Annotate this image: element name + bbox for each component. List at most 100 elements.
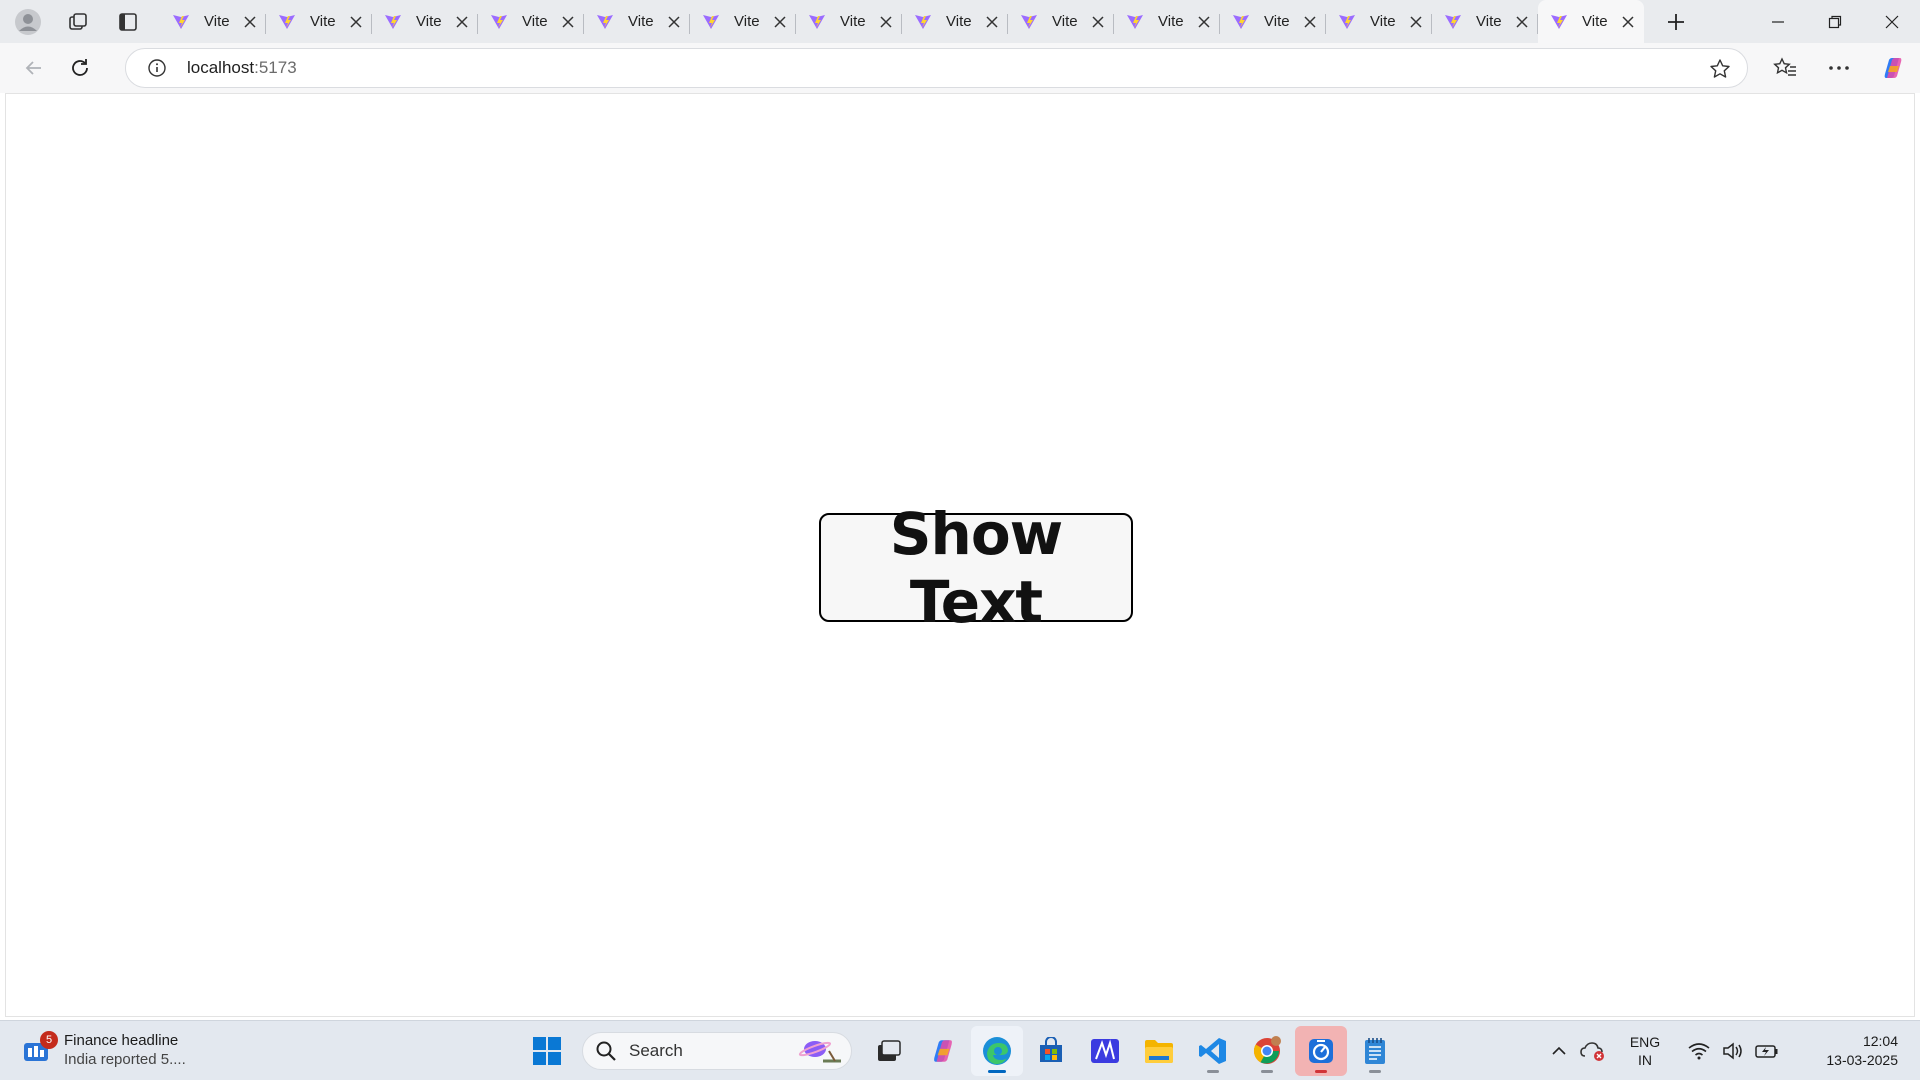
tab[interactable]: Vite — [160, 4, 266, 40]
windows-logo-icon — [533, 1037, 561, 1065]
new-tab-button[interactable] — [1658, 4, 1694, 40]
tab-close-button[interactable] — [1196, 14, 1212, 30]
tab[interactable]: Vite — [796, 4, 902, 40]
close-icon — [880, 15, 892, 28]
start-button[interactable] — [521, 1026, 573, 1076]
back-button[interactable] — [16, 50, 52, 86]
tab-close-button[interactable] — [1620, 14, 1636, 30]
close-window-button[interactable] — [1863, 0, 1920, 43]
favorite-star-icon[interactable] — [1709, 58, 1731, 80]
close-icon — [244, 15, 256, 28]
tab[interactable]: Vite — [1008, 4, 1114, 40]
tab-close-button[interactable] — [1514, 14, 1530, 30]
refresh-button[interactable] — [62, 50, 98, 86]
news-title: Finance headline — [64, 1032, 179, 1049]
minimize-button[interactable] — [1749, 0, 1806, 43]
tab-close-button[interactable] — [242, 14, 258, 30]
workspaces-button[interactable] — [60, 4, 96, 40]
show-hidden-icons-button[interactable] — [1542, 1031, 1576, 1071]
back-arrow-icon — [25, 61, 41, 75]
vite-logo-icon — [173, 14, 189, 29]
site-info-icon[interactable] — [147, 58, 167, 78]
tab-title: Vite — [946, 13, 972, 30]
close-icon — [456, 15, 468, 28]
vite-logo-icon — [279, 14, 295, 29]
tab-title: Vite — [840, 13, 866, 30]
favorites-list-icon — [1773, 57, 1796, 76]
restore-button[interactable] — [1806, 0, 1863, 43]
copilot-button[interactable] — [1866, 43, 1920, 93]
onedrive-status[interactable] — [1576, 1031, 1610, 1071]
profile-button[interactable] — [10, 4, 46, 40]
tab-strip: Vite Vite Vite Vite Vite Vite Vite Vite Vite Vite… — [0, 0, 1920, 43]
tab[interactable]: Vite — [372, 4, 478, 40]
tab[interactable]: Vite — [266, 4, 372, 40]
show-text-button[interactable]: Show Text — [819, 500, 1133, 636]
tab-title: Vite — [204, 13, 230, 30]
address-bar[interactable]: localhost:5173 — [125, 48, 1748, 88]
tab[interactable]: Vite — [1432, 4, 1538, 40]
tab[interactable]: Vite — [1114, 4, 1220, 40]
taskbar-clock[interactable]: 12:04 13-03-2025 — [1798, 1032, 1898, 1070]
taskbar-vscode[interactable] — [1187, 1026, 1239, 1076]
tab[interactable]: Vite — [1220, 4, 1326, 40]
vertical-tabs-button[interactable] — [110, 4, 146, 40]
store-icon — [1040, 1037, 1062, 1062]
taskbar-dev-app[interactable] — [1079, 1026, 1131, 1076]
vscode-icon — [1199, 1038, 1226, 1064]
close-icon — [1622, 15, 1634, 28]
vite-logo-icon — [1021, 14, 1037, 29]
copilot-icon — [1884, 58, 1902, 78]
tab[interactable]: Vite — [584, 4, 690, 40]
tab-active[interactable]: Vite — [1538, 0, 1644, 43]
close-icon — [1410, 15, 1422, 28]
tab-close-button[interactable] — [1302, 14, 1318, 30]
plus-icon — [1668, 13, 1684, 30]
language-code: ENG — [1629, 1034, 1661, 1050]
dev-app-icon — [1091, 1039, 1119, 1063]
tab[interactable]: Vite — [690, 4, 796, 40]
taskbar-task-view[interactable] — [863, 1026, 915, 1076]
taskbar: 5 Finance headline India reported 5.... … — [0, 1020, 1920, 1080]
taskbar-store[interactable] — [1025, 1026, 1077, 1076]
tab-close-button[interactable] — [666, 14, 682, 30]
copilot-app-icon — [934, 1040, 952, 1062]
close-icon — [986, 15, 998, 28]
restore-icon — [1828, 15, 1841, 28]
taskbar-file-explorer[interactable] — [1133, 1026, 1185, 1076]
vite-logo-icon — [1127, 14, 1143, 29]
tab[interactable]: Vite — [1326, 4, 1432, 40]
tab-close-button[interactable] — [1090, 14, 1106, 30]
clock-date: 13-03-2025 — [1826, 1052, 1898, 1068]
news-widget[interactable]: 5 Finance headline India reported 5.... — [22, 1031, 186, 1069]
tab-close-button[interactable] — [454, 14, 470, 30]
tab-close-button[interactable] — [560, 14, 576, 30]
search-highlight-icon — [798, 1041, 841, 1063]
language-indicator[interactable]: ENG IN — [1618, 1033, 1672, 1069]
taskbar-chrome[interactable] — [1241, 1026, 1293, 1076]
taskbar-notepad[interactable] — [1349, 1026, 1401, 1076]
close-icon — [350, 15, 362, 28]
tab-close-button[interactable] — [984, 14, 1000, 30]
taskbar-snipping-tool[interactable] — [1295, 1026, 1347, 1076]
tab-title: Vite — [1370, 13, 1396, 30]
tab[interactable]: Vite — [902, 4, 1008, 40]
wifi-icon — [1688, 1043, 1710, 1060]
taskbar-search[interactable]: Search — [582, 1032, 852, 1070]
more-options-button[interactable] — [1812, 43, 1866, 93]
tab-close-button[interactable] — [1408, 14, 1424, 30]
tab-close-button[interactable] — [772, 14, 788, 30]
battery-status[interactable] — [1750, 1031, 1784, 1071]
taskbar-edge[interactable] — [971, 1026, 1023, 1076]
battery-charging-icon — [1755, 1045, 1778, 1058]
taskbar-copilot[interactable] — [917, 1026, 969, 1076]
news-icon: 5 — [22, 1031, 58, 1065]
vite-logo-icon — [491, 14, 507, 29]
favorites-button[interactable] — [1758, 43, 1812, 93]
tab-close-button[interactable] — [348, 14, 364, 30]
tab-close-button[interactable] — [878, 14, 894, 30]
onedrive-error-icon — [1580, 1042, 1604, 1061]
wifi-status[interactable] — [1682, 1031, 1716, 1071]
tab[interactable]: Vite — [478, 4, 584, 40]
volume-status[interactable] — [1716, 1031, 1750, 1071]
